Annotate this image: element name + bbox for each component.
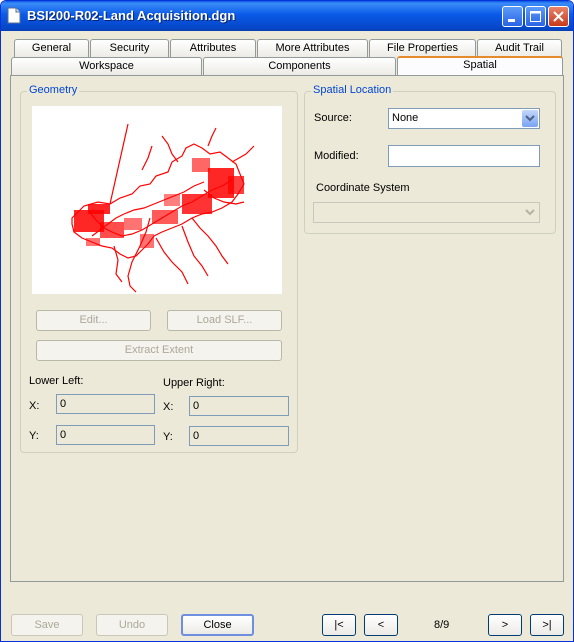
close-icon xyxy=(553,11,564,22)
tab-attributes[interactable]: Attributes xyxy=(170,39,256,57)
coordinate-system-dropdown-button[interactable] xyxy=(522,204,538,221)
window-title: BSI200-R02-Land Acquisition.dgn xyxy=(27,8,236,23)
maximize-button[interactable] xyxy=(525,6,546,27)
page-indicator: 8/9 xyxy=(434,619,450,631)
maximize-icon xyxy=(530,11,541,22)
first-record-button[interactable]: |< xyxy=(322,614,356,636)
spatial-location-group-title: Spatial Location xyxy=(311,84,394,96)
coordinate-system-select[interactable] xyxy=(313,202,540,223)
geometry-group-title: Geometry xyxy=(27,84,80,96)
geometry-preview xyxy=(32,106,282,294)
properties-window: BSI200-R02-Land Acquisition.dgn General … xyxy=(0,0,574,642)
lower-left-x-field[interactable]: 0 xyxy=(56,394,155,414)
save-button[interactable]: Save xyxy=(11,614,83,636)
close-window-button[interactable] xyxy=(548,6,569,27)
source-select[interactable]: None xyxy=(388,108,540,129)
minimize-icon xyxy=(508,19,515,22)
upper-right-y-label: Y: xyxy=(163,431,173,443)
tab-spatial[interactable]: Spatial xyxy=(397,56,563,75)
geometry-map-image xyxy=(71,123,255,293)
tab-workspace[interactable]: Workspace xyxy=(11,57,202,75)
last-record-button[interactable]: >| xyxy=(530,614,564,636)
tab-components[interactable]: Components xyxy=(203,57,396,75)
title-bar[interactable]: BSI200-R02-Land Acquisition.dgn xyxy=(1,1,573,31)
chevron-down-icon xyxy=(525,115,535,122)
tab-more-attributes[interactable]: More Attributes xyxy=(257,39,368,57)
close-button[interactable]: Close xyxy=(181,614,254,636)
tab-audit-trail[interactable]: Audit Trail xyxy=(477,39,562,57)
lower-left-label: Lower Left: xyxy=(29,375,84,387)
modified-label: Modified: xyxy=(314,150,359,162)
source-dropdown-button[interactable] xyxy=(522,110,538,127)
minimize-button[interactable] xyxy=(502,6,523,27)
load-slf-button[interactable]: Load SLF... xyxy=(167,310,282,331)
previous-record-button[interactable]: < xyxy=(364,614,398,636)
upper-right-x-label: X: xyxy=(163,401,174,413)
upper-right-label: Upper Right: xyxy=(163,377,225,389)
coordinate-system-label: Coordinate System xyxy=(316,182,410,194)
upper-right-x-field[interactable]: 0 xyxy=(189,396,289,416)
next-record-button[interactable]: > xyxy=(488,614,522,636)
tab-security[interactable]: Security xyxy=(90,39,169,57)
tab-general[interactable]: General xyxy=(14,39,89,57)
chevron-down-icon xyxy=(525,209,535,216)
modified-field[interactable] xyxy=(388,145,540,167)
edit-button[interactable]: Edit... xyxy=(36,310,151,331)
lower-left-y-label: Y: xyxy=(29,430,39,442)
extract-extent-button[interactable]: Extract Extent xyxy=(36,340,282,361)
lower-left-y-field[interactable]: 0 xyxy=(56,425,155,445)
lower-left-x-label: X: xyxy=(29,400,40,412)
upper-right-y-field[interactable]: 0 xyxy=(189,426,289,446)
undo-button[interactable]: Undo xyxy=(96,614,168,636)
document-icon xyxy=(7,7,21,24)
source-label: Source: xyxy=(314,112,352,124)
source-select-value: None xyxy=(392,112,419,124)
tab-file-properties[interactable]: File Properties xyxy=(369,39,476,57)
